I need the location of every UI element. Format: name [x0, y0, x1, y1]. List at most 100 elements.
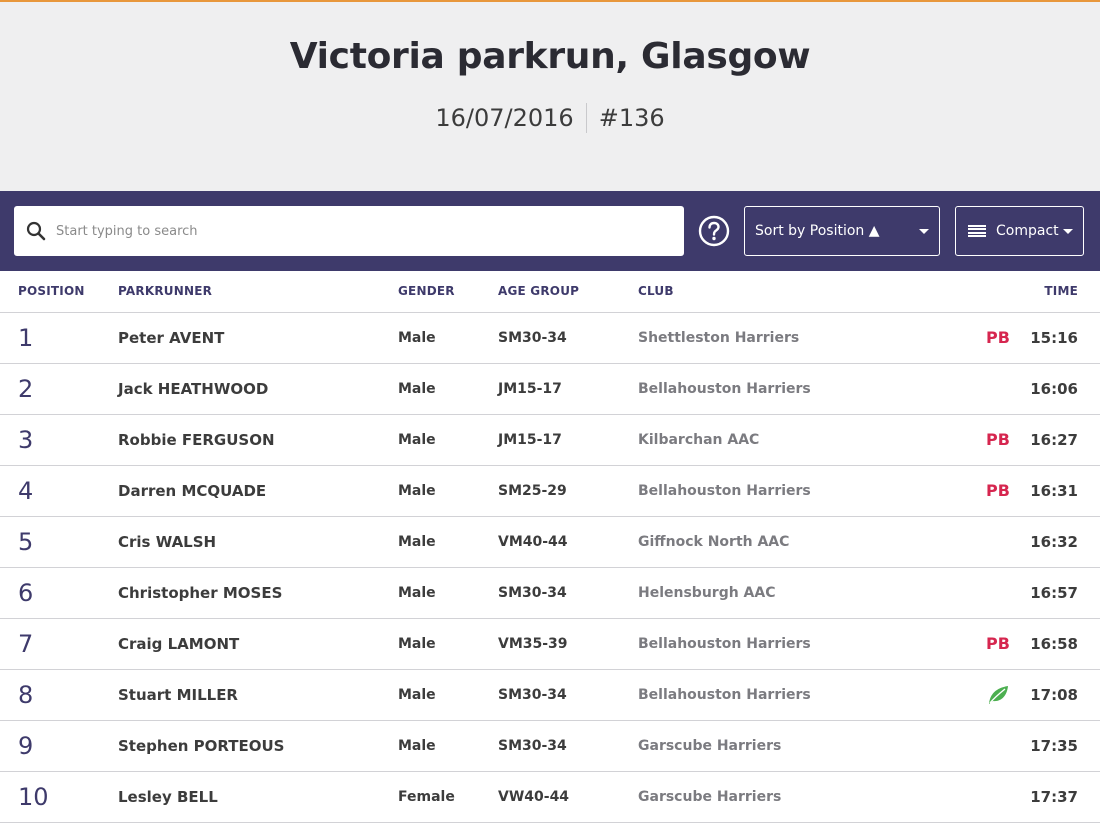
column-header-position[interactable]: POSITION — [0, 271, 118, 313]
row-time: 15:16 — [1028, 312, 1100, 364]
row-position: 3 — [0, 414, 118, 466]
row-club: Bellahouston Harriers — [638, 363, 968, 415]
row-age-group: VM40-44 — [498, 516, 638, 568]
runner-name-link[interactable]: Cris WALSH — [118, 516, 398, 568]
row-club: Garscube Harriers — [638, 720, 968, 772]
row-age-group: VM35-39 — [498, 618, 638, 670]
column-header-club[interactable]: CLUB — [638, 271, 968, 313]
row-gender: Male — [398, 312, 498, 364]
table-row: 6 Christopher MOSES Male SM30-34 Helensburgh… — [0, 567, 1100, 619]
row-time: 16:32 — [1028, 516, 1100, 568]
row-gender: Male — [398, 414, 498, 466]
column-header-gender[interactable]: GENDER — [398, 271, 498, 313]
row-position: 2 — [0, 363, 118, 415]
results-table: POSITION PARKRUNNER GENDER AGE GROUP CLU… — [0, 271, 1100, 823]
runner-name-link[interactable]: Stuart MILLER — [118, 669, 398, 721]
table-row: 1 Peter AVENT Male SM30-34 Shettleston Harri… — [0, 312, 1100, 364]
event-number: #136 — [598, 104, 665, 132]
row-age-group: SM30-34 — [498, 720, 638, 772]
row-gender: Male — [398, 720, 498, 772]
table-header-row: POSITION PARKRUNNER GENDER AGE GROUP CLU… — [0, 271, 1100, 313]
row-club: Shettleston Harriers — [638, 312, 968, 364]
row-position: 4 — [0, 465, 118, 517]
pb-badge: PB — [986, 481, 1010, 500]
help-icon[interactable] — [698, 215, 730, 247]
leaf-icon — [989, 685, 1008, 704]
runner-name-link[interactable]: Stephen PORTEOUS — [118, 720, 398, 772]
row-time: 16:27 — [1028, 414, 1100, 466]
row-position: 10 — [0, 771, 118, 823]
sort-dropdown[interactable]: Sort by Position ▲ — [744, 206, 940, 256]
row-achievement: PB — [968, 618, 1028, 670]
table-row: 10 Lesley BELL Female VW40-44 Garscube Harri… — [0, 771, 1100, 823]
table-row: 4 Darren MCQUADE Male SM25-29 Bellahouston H… — [0, 465, 1100, 517]
results-body: 1 Peter AVENT Male SM30-34 Shettleston Harri… — [0, 312, 1100, 823]
row-club: Bellahouston Harriers — [638, 669, 968, 721]
table-row: 9 Stephen PORTEOUS Male SM30-34 Garscube Har… — [0, 720, 1100, 772]
runner-name-link[interactable]: Peter AVENT — [118, 312, 398, 364]
runner-name-link[interactable]: Craig LAMONT — [118, 618, 398, 670]
row-position: 6 — [0, 567, 118, 619]
row-gender: Male — [398, 363, 498, 415]
runner-name-link[interactable]: Jack HEATHWOOD — [118, 363, 398, 415]
row-time: 17:35 — [1028, 720, 1100, 772]
row-position: 1 — [0, 312, 118, 364]
row-time: 16:57 — [1028, 567, 1100, 619]
row-position: 7 — [0, 618, 118, 670]
results-toolbar: Sort by Position ▲ Compact — [0, 191, 1100, 271]
table-row: 8 Stuart MILLER Male SM30-34 Bellahouston Ha… — [0, 669, 1100, 721]
row-achievement: PB — [968, 312, 1028, 364]
row-age-group: JM15-17 — [498, 414, 638, 466]
row-gender: Male — [398, 516, 498, 568]
runner-name-link[interactable]: Robbie FERGUSON — [118, 414, 398, 466]
pb-badge: PB — [986, 430, 1010, 449]
row-achievement — [968, 771, 1028, 823]
row-club: Helensburgh AAC — [638, 567, 968, 619]
search-icon — [26, 221, 46, 241]
search-box[interactable] — [14, 206, 684, 256]
row-club: Garscube Harriers — [638, 771, 968, 823]
row-time: 16:58 — [1028, 618, 1100, 670]
row-age-group: SM25-29 — [498, 465, 638, 517]
pb-badge: PB — [986, 328, 1010, 347]
row-gender: Male — [398, 669, 498, 721]
column-header-parkrunner[interactable]: PARKRUNNER — [118, 271, 398, 313]
page-title: Victoria parkrun, Glasgow — [289, 36, 811, 77]
row-achievement — [968, 669, 1028, 721]
search-input[interactable] — [56, 223, 636, 239]
column-header-age-group[interactable]: AGE GROUP — [498, 271, 638, 313]
row-gender: Male — [398, 567, 498, 619]
list-icon — [968, 225, 986, 237]
row-time: 16:31 — [1028, 465, 1100, 517]
event-header: Victoria parkrun, Glasgow 16/07/2016 #13… — [0, 2, 1100, 191]
table-row: 3 Robbie FERGUSON Male JM15-17 Kilbarchan AA… — [0, 414, 1100, 466]
chevron-down-icon — [1063, 229, 1073, 234]
runner-name-link[interactable]: Lesley BELL — [118, 771, 398, 823]
row-gender: Male — [398, 465, 498, 517]
row-time: 16:06 — [1028, 363, 1100, 415]
row-achievement — [968, 567, 1028, 619]
row-club: Kilbarchan AAC — [638, 414, 968, 466]
row-age-group: SM30-34 — [498, 669, 638, 721]
row-age-group: VW40-44 — [498, 771, 638, 823]
event-meta: 16/07/2016 #136 — [0, 103, 1100, 133]
column-header-achievement — [968, 271, 1028, 313]
chevron-down-icon — [919, 229, 929, 234]
meta-divider — [585, 103, 587, 133]
row-time: 17:08 — [1028, 669, 1100, 721]
event-date: 16/07/2016 — [435, 104, 574, 132]
row-position: 9 — [0, 720, 118, 772]
row-gender: Female — [398, 771, 498, 823]
pb-badge: PB — [986, 634, 1010, 653]
table-row: 5 Cris WALSH Male VM40-44 Giffnock North AAC… — [0, 516, 1100, 568]
column-header-time[interactable]: TIME — [1028, 271, 1100, 313]
table-row: 2 Jack HEATHWOOD Male JM15-17 Bellahouston H… — [0, 363, 1100, 415]
row-age-group: SM30-34 — [498, 312, 638, 364]
row-position: 5 — [0, 516, 118, 568]
runner-name-link[interactable]: Darren MCQUADE — [118, 465, 398, 517]
row-achievement — [968, 516, 1028, 568]
runner-name-link[interactable]: Christopher MOSES — [118, 567, 398, 619]
row-achievement: PB — [968, 465, 1028, 517]
view-mode-dropdown[interactable]: Compact — [955, 206, 1084, 256]
view-mode-label: Compact — [996, 223, 1059, 239]
